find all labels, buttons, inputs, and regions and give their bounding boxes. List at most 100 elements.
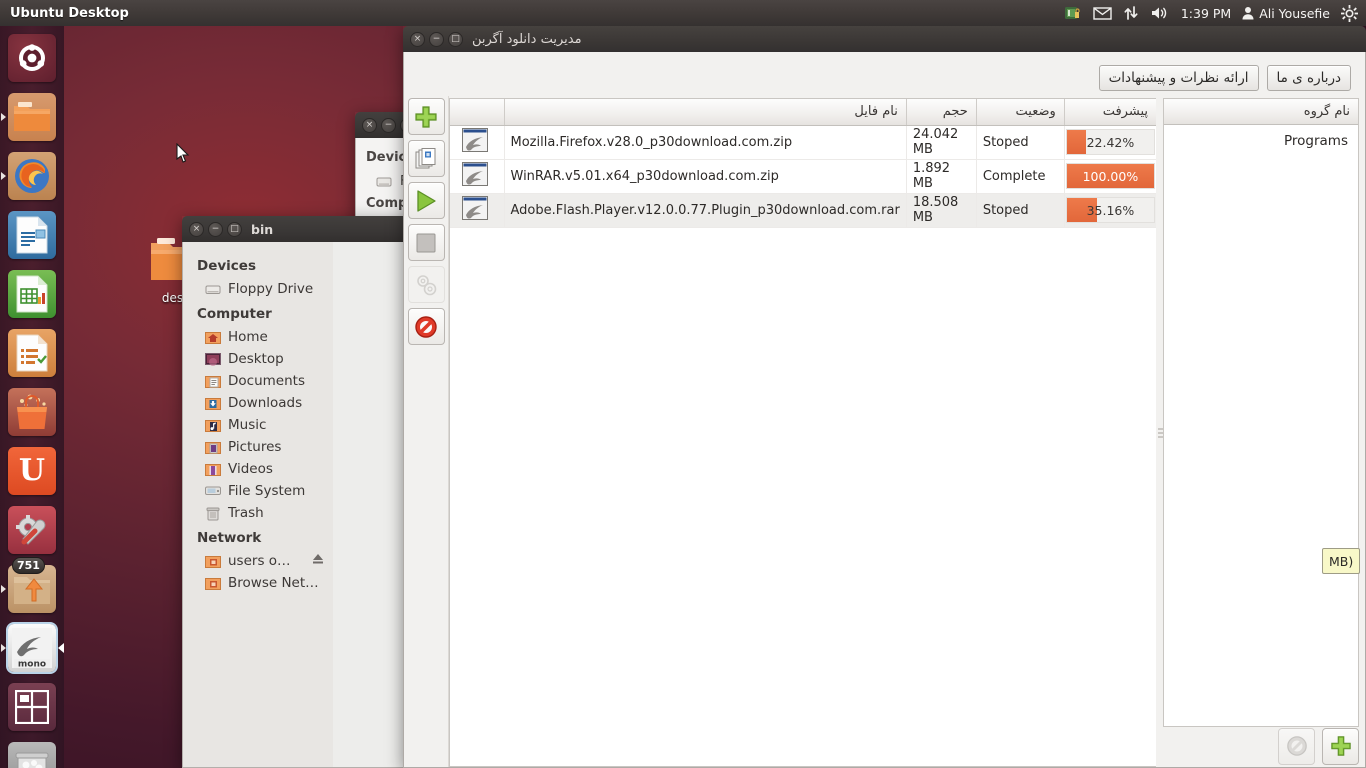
dl-window-title: مدیریت دانلود آگربن [472,31,582,47]
progress-label: 100.00% [1082,168,1139,184]
running-indicator [1,171,6,180]
top-panel: Ubuntu Desktop 1:39 PM Ali Yousefie [0,0,1366,26]
stop-button[interactable] [407,224,445,261]
pictures-folder-icon [205,439,221,455]
svg-text:mono: mono [18,659,46,669]
column-header-size[interactable]: حجم [906,99,977,126]
panel-title: Ubuntu Desktop [10,5,129,21]
system-tray: 1:39 PM Ali Yousefie [1064,0,1366,26]
places-item-music[interactable]: Music [183,414,333,436]
launcher-item-software-updater[interactable]: 751 [0,557,64,618]
focused-indicator [58,642,64,653]
row-progress-cell: 22.42% [1064,125,1158,160]
launcher-item-mono[interactable]: mono [0,618,64,677]
launcher-item-ubuntu-dash[interactable] [0,28,64,87]
launcher-item-workspace-switcher[interactable] [0,677,64,736]
maximize-button[interactable]: □ [227,221,242,237]
volume-icon[interactable] [1150,0,1170,26]
row-filename: Adobe.Flash.Player.v12.0.0.77.Plugin_p30… [504,193,907,228]
places-item-home[interactable]: Home [183,326,333,348]
places-item-pictures[interactable]: Pictures [183,436,333,458]
cancel-button[interactable] [407,308,445,345]
close-button-back[interactable]: × [362,117,377,133]
places-item-browse-network[interactable]: Browse Net… [183,572,333,594]
desktop-icon [205,351,221,367]
places-header-computer: Computer [197,306,272,322]
column-header-filename[interactable]: نام فایل [504,99,907,126]
table-row[interactable]: Adobe.Flash.Player.v12.0.0.77.Plugin_p30… [450,193,1158,228]
mail-icon[interactable] [1093,0,1112,26]
places-header-network: Network [197,530,262,546]
eject-icon[interactable] [311,553,325,569]
launcher-item-firefox[interactable] [0,146,64,205]
system-settings-gear-wrench-icon [16,514,46,545]
places-header-devices: Devices [197,258,256,274]
progress-label: 35.16% [1086,202,1135,218]
close-button[interactable]: × [189,221,204,237]
column-header-icon[interactable] [450,99,505,126]
places-item-downloads[interactable]: Downloads [183,392,333,414]
copy-button[interactable] [407,140,445,177]
floppy-drive-icon [376,177,392,186]
running-indicator [1,584,6,593]
launcher-item-libreoffice-writer[interactable] [0,205,64,264]
launcher-item-system-settings[interactable] [0,500,64,559]
launcher-item-libreoffice-calc[interactable] [0,264,64,323]
places-item-label: users o… [228,553,291,569]
group-list-item[interactable]: Programs [1164,125,1358,149]
launcher-item-ubuntu-one[interactable]: U [0,441,64,500]
sync-arrows-icon[interactable] [1123,0,1139,26]
places-item-label: Floppy Drive [228,281,314,297]
software-center-bag-icon [17,394,47,429]
places-item-label: Browse Net… [228,575,319,591]
dl-titlebar[interactable]: × − □ مدیریت دانلود آگربن [403,26,1366,52]
places-item-file-system[interactable]: File System [183,480,333,502]
add-download-button[interactable] [407,98,445,135]
launcher-item-libreoffice-impress[interactable] [0,323,64,382]
places-item-desktop[interactable]: Desktop [183,348,333,370]
launcher-item-files[interactable] [0,87,64,146]
start-button[interactable] [407,182,445,219]
places-item-label: Videos [228,461,273,477]
table-row[interactable]: Mozilla.Firefox.v28.0_p30download.com.zi… [450,125,1158,160]
user-menu[interactable]: Ali Yousefie [1242,6,1330,21]
dl-minimize-button[interactable]: − [429,31,444,47]
feedback-button[interactable]: ارائه نظرات و پیشنهادات [1098,65,1259,91]
row-status: Stoped [976,193,1065,228]
dl-close-button[interactable]: × [410,31,425,47]
gear-icon[interactable] [1341,0,1358,26]
dl-left-toolbar [404,96,449,767]
places-item-videos[interactable]: Videos [183,458,333,480]
ubuntu-logo-icon [19,43,45,71]
places-item-documents[interactable]: Documents [183,370,333,392]
network-secure-icon[interactable] [1064,0,1082,26]
minimize-button-back[interactable]: − [381,117,396,133]
home-folder-icon [205,329,221,345]
add-group-button[interactable] [1322,727,1359,765]
places-item-users-share[interactable]: users o… [183,550,333,572]
play-icon [417,189,436,212]
places-item-trash[interactable]: Trash [183,502,333,524]
copy-pages-icon [415,147,436,168]
person-icon [1242,7,1254,20]
group-column-header[interactable]: نام گروه [1164,99,1358,125]
about-us-button[interactable]: درباره ی ما [1266,65,1351,91]
table-header-row: نام فایل حجم وضعیت پیشرفت [450,99,1158,126]
places-item-floppy-drive[interactable]: Floppy Drive [183,278,333,300]
minimize-button[interactable]: − [208,221,223,237]
launcher-item-software-center[interactable] [0,382,64,441]
dl-maximize-button[interactable]: □ [448,31,463,47]
column-header-progress[interactable]: پیشرفت [1064,99,1158,126]
download-manager-window[interactable]: × − □ مدیریت دانلود آگربن ارائه نظرات و … [403,26,1366,768]
places-item-label: Music [228,417,267,433]
mouse-cursor [176,142,190,167]
launcher-item-trash[interactable] [0,736,64,768]
places-item-label: Home [228,329,268,345]
row-icon-cell [450,193,505,228]
places-item-label: Trash [228,505,264,521]
mono-file-icon [462,196,488,220]
table-row[interactable]: WinRAR.v5.01.x64_p30download.com.zip 1.8… [450,159,1158,194]
column-header-status[interactable]: وضعیت [976,99,1065,126]
download-list-panel: نام فایل حجم وضعیت پیشرفت Mozilla.Firefo… [449,98,1158,767]
clock[interactable]: 1:39 PM [1181,6,1231,21]
